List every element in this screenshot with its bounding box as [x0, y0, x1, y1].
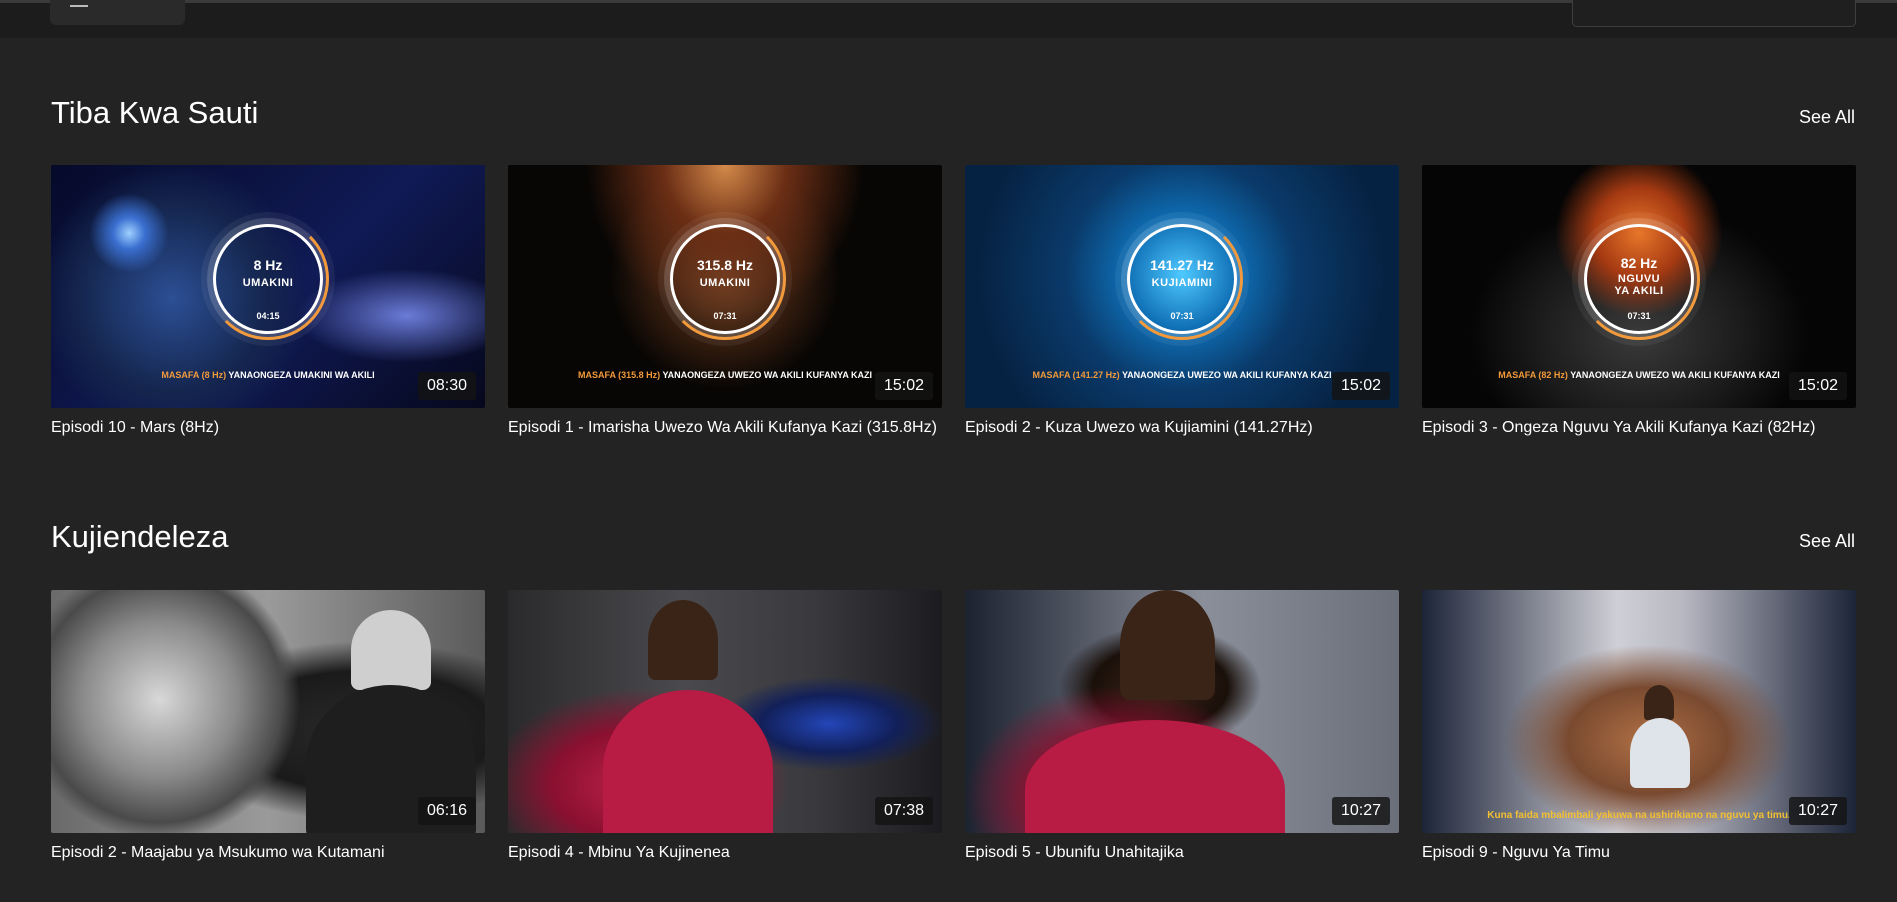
see-all-link[interactable]: See All — [1799, 107, 1855, 128]
duration-badge: 10:27 — [1331, 797, 1390, 825]
section-tiba-kwa-sauti: Tiba Kwa Sauti See All 8 Hz UMAKINI 04:1… — [51, 95, 1856, 475]
duration-badge: 15:02 — [1788, 372, 1847, 400]
section-title: Kujiendeleza — [51, 519, 229, 554]
video-thumbnail[interactable]: 07:38 — [508, 590, 942, 833]
video-title[interactable]: Episodi 3 - Ongeza Nguvu Ya Akili Kufany… — [1422, 415, 1856, 440]
thumb-time: 07:31 — [1627, 311, 1651, 322]
frequency-ring: 82 Hz NGUVU YA AKILI 07:31 — [1578, 218, 1700, 341]
thumb-label: NGUVU YA AKILI — [1614, 273, 1664, 298]
thumb-hz: 141.27 Hz — [1150, 257, 1214, 274]
thumb-time: 07:31 — [713, 311, 737, 322]
frequency-ring: 141.27 Hz KUJIAMINI 07:31 — [1121, 218, 1243, 341]
person-figure — [648, 600, 718, 680]
video-title[interactable]: Episodi 2 - Kuza Uwezo wa Kujiamini (141… — [965, 415, 1399, 440]
duration-badge: 15:02 — [1331, 372, 1390, 400]
menu-icon — [70, 0, 88, 7]
video-card[interactable]: 315.8 Hz UMAKINI 07:31 MASAFA (315.8 Hz)… — [508, 165, 942, 440]
top-bar — [0, 0, 1897, 38]
search-input[interactable] — [1572, 0, 1856, 27]
video-thumbnail[interactable]: 10:27 — [965, 590, 1399, 833]
video-thumbnail[interactable]: 8 Hz UMAKINI 04:15 MASAFA (8 Hz) YANAONG… — [51, 165, 485, 408]
video-row: 06:16 Episodi 2 - Maajabu ya Msukumo wa … — [51, 590, 1856, 865]
duration-badge: 15:02 — [874, 372, 933, 400]
video-thumbnail[interactable]: 141.27 Hz KUJIAMINI 07:31 MASAFA (141.27… — [965, 165, 1399, 408]
duration-badge: 06:16 — [417, 797, 476, 825]
frequency-ring: 8 Hz UMAKINI 04:15 — [207, 218, 329, 341]
video-card[interactable]: 06:16 Episodi 2 - Maajabu ya Msukumo wa … — [51, 590, 485, 865]
person-figure — [351, 610, 431, 690]
video-title[interactable]: Episodi 5 - Ubunifu Unahitajika — [965, 840, 1399, 865]
frequency-ring: 315.8 Hz UMAKINI 07:31 — [664, 218, 786, 341]
thumb-label: KUJIAMINI — [1151, 277, 1213, 290]
thumb-hz: 8 Hz — [253, 257, 283, 274]
thumb-label: UMAKINI — [699, 277, 751, 290]
person-figure — [1644, 685, 1674, 720]
video-thumbnail[interactable]: 82 Hz NGUVU YA AKILI 07:31 MASAFA (82 Hz… — [1422, 165, 1856, 408]
menu-button[interactable] — [50, 0, 185, 25]
video-thumbnail[interactable]: 315.8 Hz UMAKINI 07:31 MASAFA (315.8 Hz)… — [508, 165, 942, 408]
see-all-link[interactable]: See All — [1799, 531, 1855, 552]
thumb-hz: 82 Hz — [1620, 255, 1658, 272]
thumb-hz: 315.8 Hz — [696, 257, 754, 274]
video-title[interactable]: Episodi 1 - Imarisha Uwezo Wa Akili Kufa… — [508, 415, 942, 440]
video-title[interactable]: Episodi 10 - Mars (8Hz) — [51, 415, 485, 440]
video-title[interactable]: Episodi 2 - Maajabu ya Msukumo wa Kutama… — [51, 840, 485, 865]
thumb-label: UMAKINI — [242, 277, 294, 290]
video-thumbnail[interactable]: 06:16 — [51, 590, 485, 833]
thumb-time: 04:15 — [256, 311, 280, 322]
person-body — [1630, 718, 1690, 788]
video-card[interactable]: 82 Hz NGUVU YA AKILI 07:31 MASAFA (82 Hz… — [1422, 165, 1856, 440]
video-card[interactable]: 8 Hz UMAKINI 04:15 MASAFA (8 Hz) YANAONG… — [51, 165, 485, 440]
duration-badge: 08:30 — [417, 372, 476, 400]
person-figure — [1120, 590, 1215, 700]
person-body — [1025, 720, 1285, 833]
duration-badge: 07:38 — [874, 797, 933, 825]
video-title[interactable]: Episodi 9 - Nguvu Ya Timu — [1422, 840, 1856, 865]
duration-badge: 10:27 — [1788, 797, 1847, 825]
thumb-time: 07:31 — [1170, 311, 1194, 322]
video-title[interactable]: Episodi 4 - Mbinu Ya Kujinenea — [508, 840, 942, 865]
video-row: 8 Hz UMAKINI 04:15 MASAFA (8 Hz) YANAONG… — [51, 165, 1856, 440]
section-kujiendeleza: Kujiendeleza See All 06:16 Episodi 2 - M… — [51, 519, 1856, 899]
video-card[interactable]: 10:27 Episodi 5 - Ubunifu Unahitajika — [965, 590, 1399, 865]
section-title: Tiba Kwa Sauti — [51, 95, 259, 130]
video-card[interactable]: 07:38 Episodi 4 - Mbinu Ya Kujinenea — [508, 590, 942, 865]
video-card[interactable]: Kuna faida mbalimbali yakuwa na ushiriki… — [1422, 590, 1856, 865]
video-thumbnail[interactable]: Kuna faida mbalimbali yakuwa na ushiriki… — [1422, 590, 1856, 833]
person-body — [603, 690, 773, 833]
video-card[interactable]: 141.27 Hz KUJIAMINI 07:31 MASAFA (141.27… — [965, 165, 1399, 440]
